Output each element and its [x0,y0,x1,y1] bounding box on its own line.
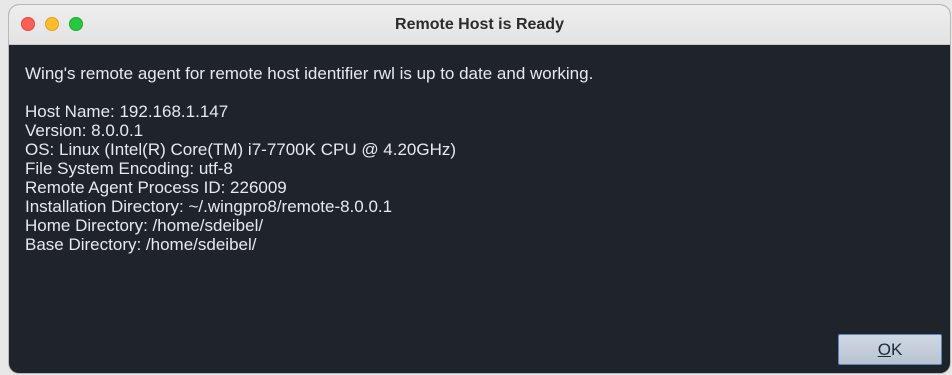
base-directory: Base Directory: /home/sdeibel/ [25,235,257,254]
file-system-encoding: File System Encoding: utf-8 [25,159,233,178]
ok-button-label: K [890,340,903,359]
window-title: Remote Host is Ready [395,16,564,33]
ok-button-mnemonic: O [877,340,891,359]
status-message: Wing's remote agent for remote host iden… [25,64,594,83]
ok-button[interactable]: OK [838,334,942,365]
remote-host-dialog: Remote Host is Ready Wing's remote agent… [9,5,950,373]
host-name: Host Name: 192.168.1.147 [25,102,229,121]
os-info: OS: Linux (Intel(R) Core(TM) i7-7700K CP… [25,140,457,159]
remote-agent-process-id: Remote Agent Process ID: 226009 [25,178,287,197]
installation-directory: Installation Directory: ~/.wingpro8/remo… [25,197,393,216]
home-directory: Home Directory: /home/sdeibel/ [25,216,264,235]
title-bar: Remote Host is Ready [9,5,950,45]
version: Version: 8.0.0.1 [25,121,144,140]
dialog-content: Wing's remote agent for remote host iden… [25,64,934,254]
